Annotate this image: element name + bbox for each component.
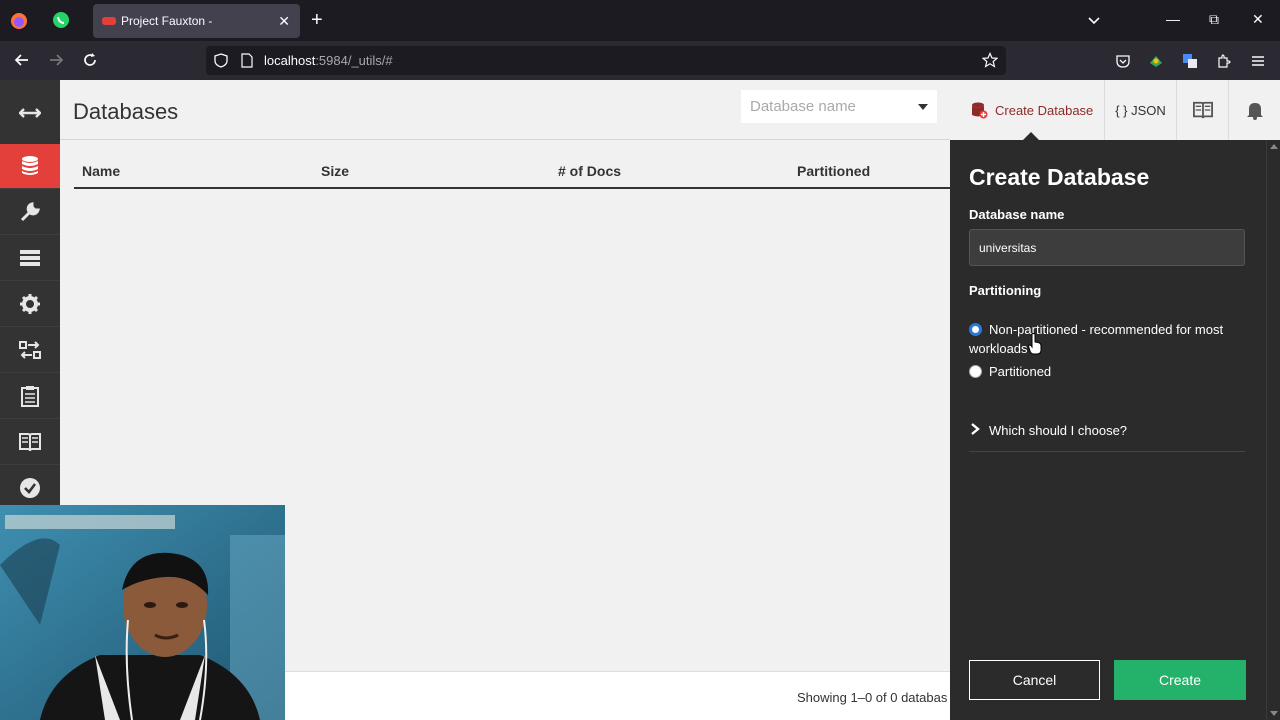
url-text: localhost:5984/_utils/# xyxy=(264,53,393,68)
page-header: Databases xyxy=(60,80,950,140)
whatsapp-icon[interactable] xyxy=(52,11,70,29)
pagination-status: Showing 1–0 of 0 databas xyxy=(797,690,948,705)
nav-toggle[interactable] xyxy=(0,90,60,135)
tray-title: Create Database xyxy=(969,164,1150,190)
minimize-icon[interactable]: — xyxy=(1166,11,1180,27)
database-add-icon xyxy=(972,102,988,119)
mouse-pointer-icon xyxy=(1028,333,1042,355)
reload-icon[interactable] xyxy=(81,51,99,69)
extensions-puzzle-icon[interactable] xyxy=(1216,53,1232,69)
bookmark-star-icon[interactable] xyxy=(982,52,998,68)
tray-scrollbar[interactable] xyxy=(1266,140,1280,720)
create-database-button[interactable]: Create Database xyxy=(950,80,1104,140)
forward-icon[interactable] xyxy=(47,51,65,69)
radio-partitioned-label: Partitioned xyxy=(989,364,1052,379)
firefox-menu-icon[interactable] xyxy=(10,12,28,30)
check-circle-icon xyxy=(20,478,40,498)
tab-close-icon[interactable]: ✕ xyxy=(278,13,290,30)
database-icon xyxy=(22,156,38,175)
radio-unselected-icon[interactable] xyxy=(969,365,982,378)
radio-partitioned[interactable]: Partitioned xyxy=(969,362,1249,381)
wrench-icon xyxy=(20,202,40,222)
translate-icon[interactable] xyxy=(1182,53,1198,69)
browser-tab-bar: Project Fauxton - ✕ + — ⧉ ✕ xyxy=(0,0,1280,41)
webcam-overlay xyxy=(0,505,285,720)
column-header-docs[interactable]: # of Docs xyxy=(558,163,621,179)
webcam-person-image xyxy=(0,505,285,720)
pagination-footer: Showing 1–0 of 0 databas xyxy=(285,671,950,720)
radio-non-partitioned[interactable]: Non-partitioned - recommended for most w… xyxy=(969,320,1249,358)
chevron-right-icon xyxy=(971,423,980,435)
json-link-button[interactable]: { } JSON xyxy=(1104,80,1176,140)
column-header-name[interactable]: Name xyxy=(82,163,120,179)
database-name-label: Database name xyxy=(969,207,1065,222)
which-should-i-choose-label: Which should I choose? xyxy=(989,423,1128,438)
create-database-label: Create Database xyxy=(995,102,1094,118)
gear-icon xyxy=(20,294,40,314)
bell-icon xyxy=(1246,103,1263,120)
radio-selected-icon[interactable] xyxy=(969,323,982,336)
nav-config[interactable] xyxy=(0,282,60,327)
server-icon xyxy=(20,250,40,266)
couchdb-favicon-icon xyxy=(102,17,116,25)
back-icon[interactable] xyxy=(13,51,31,69)
page-info-icon[interactable] xyxy=(241,53,253,68)
replication-icon xyxy=(19,341,41,359)
header-actions: Create Database { } JSON xyxy=(950,80,1280,141)
hamburger-menu-icon[interactable] xyxy=(1250,53,1266,69)
nav-replication[interactable] xyxy=(0,328,60,373)
expand-arrows-icon xyxy=(19,107,41,118)
restore-icon[interactable]: ⧉ xyxy=(1209,11,1219,28)
nav-documentation-clipboard[interactable] xyxy=(0,374,60,419)
nav-setup[interactable] xyxy=(0,190,60,235)
new-tab-icon[interactable]: + xyxy=(311,9,323,31)
radio-non-partitioned-label: Non-partitioned - recommended for most w… xyxy=(969,322,1224,356)
clipboard-icon xyxy=(21,386,39,407)
notifications-button[interactable] xyxy=(1228,80,1280,140)
close-window-icon[interactable]: ✕ xyxy=(1252,11,1264,28)
url-bar[interactable]: localhost:5984/_utils/# xyxy=(206,46,1006,75)
json-label: { } JSON xyxy=(1115,102,1166,118)
database-name-input[interactable] xyxy=(969,229,1245,266)
column-header-partitioned[interactable]: Partitioned xyxy=(797,163,870,179)
tab-title: Project Fauxton - xyxy=(121,14,213,28)
extension-green-icon[interactable] xyxy=(1148,53,1164,69)
book-icon xyxy=(1192,101,1213,119)
tracking-shield-icon[interactable] xyxy=(214,53,228,68)
dropdown-caret-icon[interactable] xyxy=(918,104,928,110)
database-search[interactable] xyxy=(741,90,937,123)
nav-active-tasks[interactable] xyxy=(0,236,60,281)
scroll-down-icon[interactable] xyxy=(1270,711,1278,716)
scroll-up-icon[interactable] xyxy=(1270,144,1278,149)
partitioning-label: Partitioning xyxy=(969,283,1042,298)
nav-documentation[interactable] xyxy=(0,420,60,465)
browser-nav-bar: localhost:5984/_utils/# xyxy=(0,41,1280,80)
database-search-input[interactable] xyxy=(741,90,901,123)
page-title: Databases xyxy=(73,99,179,124)
nav-databases[interactable] xyxy=(0,144,60,189)
docs-button[interactable] xyxy=(1176,80,1228,140)
tab-list-chevron-icon[interactable] xyxy=(1086,13,1102,29)
cancel-button[interactable]: Cancel xyxy=(969,660,1100,700)
book-icon xyxy=(19,433,41,452)
browser-tab[interactable]: Project Fauxton - ✕ xyxy=(93,4,300,38)
create-database-tray: Create Database Database name Partitioni… xyxy=(950,140,1266,720)
which-should-i-choose-toggle[interactable]: Which should I choose? xyxy=(969,420,1245,452)
pocket-icon[interactable] xyxy=(1115,53,1131,69)
create-button[interactable]: Create xyxy=(1114,660,1246,700)
databases-table-header: Name Size # of Docs Partitioned xyxy=(74,140,950,189)
column-header-size[interactable]: Size xyxy=(321,163,349,179)
